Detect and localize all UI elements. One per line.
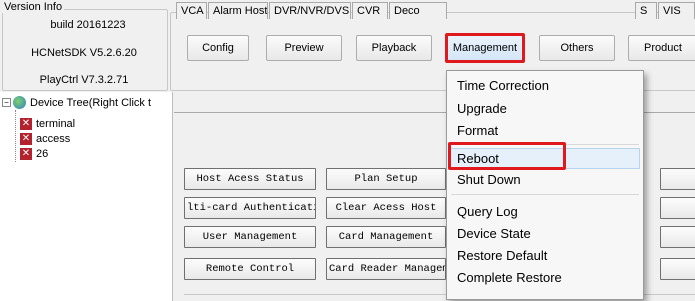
tree-item-label: 26	[36, 148, 49, 160]
offline-device-icon: ✕	[20, 133, 32, 145]
tree-root[interactable]: − Device Tree(Right Click t	[2, 96, 151, 109]
version-info-legend: Version Info	[2, 1, 65, 13]
playback-button[interactable]: Playback	[356, 35, 432, 61]
card-management-button[interactable]: Card Management	[326, 226, 446, 248]
management-menu: Time Correction Upgrade Format Reboot Sh…	[446, 70, 644, 300]
menu-item-shut-down[interactable]: Shut Down	[457, 172, 521, 187]
globe-icon	[13, 96, 26, 109]
offline-device-icon: ✕	[20, 148, 32, 160]
tab-access[interactable]: S	[635, 2, 657, 19]
partial-button[interactable]	[660, 226, 695, 248]
host-access-status-button[interactable]: Host Acess Status	[184, 168, 316, 190]
clear-access-host-button[interactable]: Clear Acess Host	[326, 197, 446, 219]
tab-decoder[interactable]: Deco	[389, 2, 447, 19]
tree-item-label: access	[36, 133, 71, 145]
build-label: build 20161223	[50, 19, 126, 31]
menu-item-restore-default[interactable]: Restore Default	[457, 248, 547, 263]
tab-vis[interactable]: VIS	[658, 2, 695, 19]
card-reader-management-button[interactable]: Card Reader Managem	[326, 258, 446, 280]
tree-item-label: terminal	[36, 118, 76, 130]
partial-button[interactable]	[660, 197, 695, 219]
menu-item-format[interactable]: Format	[457, 123, 498, 138]
tree-root-label: Device Tree(Right Click t	[30, 96, 152, 109]
user-management-button[interactable]: User Management	[184, 226, 316, 248]
config-button[interactable]: Config	[187, 35, 249, 61]
menu-item-complete-restore[interactable]: Complete Restore	[457, 270, 562, 285]
tab-vca[interactable]: VCA	[176, 2, 207, 19]
offline-device-icon: ✕	[20, 118, 32, 130]
tab-alarm-host[interactable]: Alarm Host	[208, 2, 268, 19]
preview-button[interactable]: Preview	[266, 35, 342, 61]
menu-item-device-state[interactable]: Device State	[457, 226, 531, 241]
tab-dvr-nvr-dvs[interactable]: DVR/NVR/DVS	[269, 2, 351, 19]
plan-setup-button[interactable]: Plan Setup	[326, 168, 446, 190]
partial-button[interactable]	[660, 258, 695, 280]
menu-separator	[451, 194, 639, 195]
reboot-highlight	[448, 142, 566, 170]
menu-item-time-correction[interactable]: Time Correction	[457, 78, 549, 93]
tree-connector	[15, 110, 17, 162]
tab-cvr[interactable]: CVR	[352, 2, 388, 19]
collapse-icon[interactable]: −	[2, 98, 11, 107]
remote-control-button[interactable]: Remote Control	[184, 258, 316, 280]
playctrl-version-label: PlayCtrl V7.3.2.71	[39, 74, 129, 86]
tree-item[interactable]: ✕ terminal	[20, 118, 75, 130]
partial-button[interactable]	[660, 168, 695, 190]
device-tree[interactable]: − Device Tree(Right Click t ✕ terminal ✕…	[0, 92, 173, 301]
menu-item-upgrade[interactable]: Upgrade	[457, 101, 507, 116]
menu-item-query-log[interactable]: Query Log	[457, 204, 518, 219]
management-highlight	[445, 33, 525, 63]
others-button[interactable]: Others	[539, 35, 615, 61]
sdk-version-label: HCNetSDK V5.2.6.20	[31, 47, 137, 59]
tree-item[interactable]: ✕ 26	[20, 148, 48, 160]
product-button[interactable]: Product	[628, 35, 695, 61]
multi-card-auth-button[interactable]: lti-card Authenticati	[184, 197, 316, 219]
tree-item[interactable]: ✕ access	[20, 133, 70, 145]
